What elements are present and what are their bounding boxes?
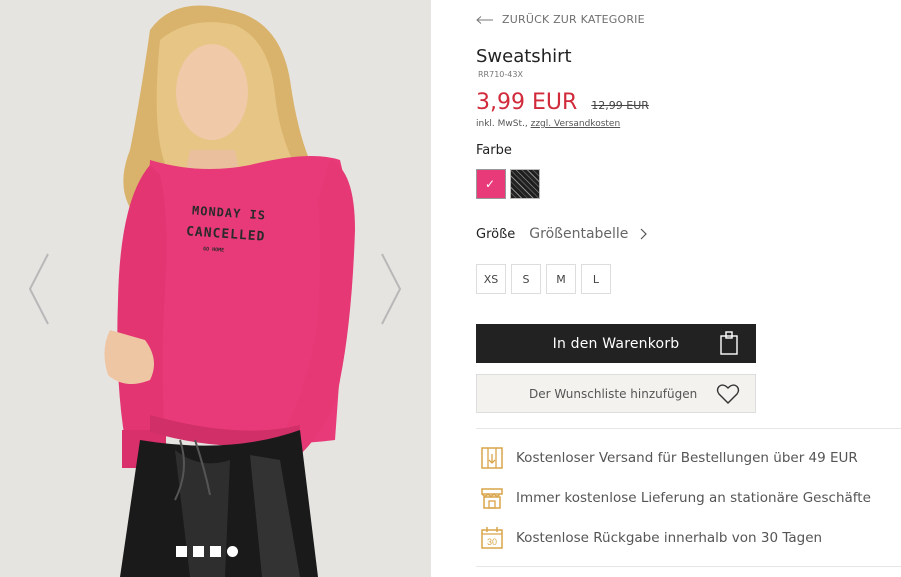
chevron-left-icon xyxy=(28,253,49,325)
add-to-wishlist-button[interactable]: Der Wunschliste hinzufügen xyxy=(476,374,756,413)
price-row: 3,99 EUR 12,99 EUR xyxy=(476,90,649,115)
add-to-cart-label: In den Warenkorb xyxy=(552,335,680,352)
size-option-l[interactable]: L xyxy=(581,264,611,294)
perk-free-shipping: Kostenloser Versand für Bestellungen übe… xyxy=(480,446,858,470)
product-sku: RR710-43X xyxy=(478,70,523,79)
product-detail: ZURÜCK ZUR KATEGORIE Sweatshirt RR710-43… xyxy=(476,0,901,577)
calendar-badge: 30 xyxy=(487,537,497,547)
color-swatch-pink[interactable]: ✓ xyxy=(476,169,506,199)
shopping-bag-icon xyxy=(720,331,738,355)
gallery-dots xyxy=(176,546,238,557)
calendar-30-icon: 30 xyxy=(481,527,503,549)
perk-text: Kostenloser Versand für Bestellungen übe… xyxy=(516,450,858,466)
chevron-right-icon xyxy=(381,253,402,325)
gallery-next-button[interactable] xyxy=(378,252,404,326)
color-label: Farbe xyxy=(476,143,512,158)
current-price: 3,99 EUR xyxy=(476,90,578,115)
product-image-gallery: MONDAY IS CANCELLED GO HOME xyxy=(0,0,431,577)
size-label: Größe xyxy=(476,226,516,242)
chevron-right-icon[interactable] xyxy=(640,228,648,240)
product-photo xyxy=(0,0,431,577)
size-row: Größe Größentabelle xyxy=(476,226,648,242)
gallery-dot-2[interactable] xyxy=(193,546,204,557)
gallery-dot-3[interactable] xyxy=(210,546,221,557)
tax-note: inkl. MwSt., zzgl. Versandkosten xyxy=(476,119,620,129)
divider xyxy=(476,566,901,567)
perk-text: Immer kostenlose Lieferung an stationäre… xyxy=(516,490,871,506)
back-link-label: ZURÜCK ZUR KATEGORIE xyxy=(502,13,645,26)
arrow-left-icon xyxy=(476,15,493,24)
gallery-dot-4-active[interactable] xyxy=(227,546,238,557)
perk-store-delivery: Immer kostenlose Lieferung an stationäre… xyxy=(480,486,871,510)
checkmark-icon: ✓ xyxy=(485,177,496,191)
tax-prefix: inkl. MwSt., xyxy=(476,119,528,129)
divider xyxy=(476,428,901,429)
product-title: Sweatshirt xyxy=(476,46,572,67)
perk-text: Kostenlose Rückgabe innerhalb von 30 Tag… xyxy=(516,530,823,546)
heart-icon xyxy=(716,384,740,404)
gallery-prev-button[interactable] xyxy=(26,252,52,326)
old-price: 12,99 EUR xyxy=(591,99,649,112)
size-options: XS S M L xyxy=(476,264,611,294)
perk-free-returns: 30 Kostenlose Rückgabe innerhalb von 30 … xyxy=(480,526,822,550)
gallery-dot-1[interactable] xyxy=(176,546,187,557)
size-chart-link[interactable]: Größentabelle xyxy=(529,226,628,242)
add-to-wishlist-label: Der Wunschliste hinzufügen xyxy=(529,386,698,401)
store-icon xyxy=(481,488,503,509)
back-to-category-link[interactable]: ZURÜCK ZUR KATEGORIE xyxy=(476,13,645,26)
delivery-box-icon xyxy=(481,447,503,469)
add-to-cart-button[interactable]: In den Warenkorb xyxy=(476,324,756,363)
size-option-s[interactable]: S xyxy=(511,264,541,294)
color-swatch-black[interactable] xyxy=(510,169,540,199)
shipping-costs-link[interactable]: zzgl. Versandkosten xyxy=(531,119,621,129)
size-option-m[interactable]: M xyxy=(546,264,576,294)
size-option-xs[interactable]: XS xyxy=(476,264,506,294)
